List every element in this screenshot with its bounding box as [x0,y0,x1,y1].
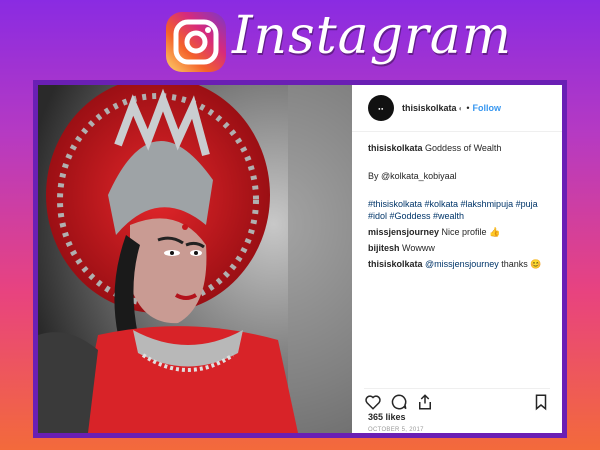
heart-icon[interactable] [364,393,382,411]
share-icon[interactable] [416,393,434,411]
avatar[interactable]: ●● [368,95,394,121]
likes-count[interactable]: 365 likes [368,412,406,422]
instagram-wordmark: Instagram [232,6,513,66]
comment-mention[interactable]: @missjensjourney [425,259,499,269]
comments-area: thisiskolkata Goddess of Wealth By @kolk… [352,132,562,270]
post-card: ●● thisiskolkata ◐ • Follow thisiskolkat… [38,85,562,433]
caption-credit: By @kolkata_kobiyaal [368,171,457,181]
post-photo[interactable] [38,85,352,433]
smile-icon: 😊 [530,259,542,269]
caption-hashtags[interactable]: #thisiskolkata #kolkata #lakshmipuja #pu… [368,198,546,222]
follow-button[interactable]: Follow [473,103,502,113]
action-bar [364,388,550,411]
post-frame: ●● thisiskolkata ◐ • Follow thisiskolkat… [33,80,567,438]
comment-text: thanks [501,259,528,269]
caption: thisiskolkata Goddess of Wealth [368,142,546,154]
caption-text: Goddess of Wealth [425,143,502,153]
bookmark-icon[interactable] [532,393,550,411]
thumbs-up-icon: 👍 [489,227,501,237]
separator-dot: • [466,103,470,113]
comment-text: Wowww [402,243,435,253]
caption-username[interactable]: thisiskolkata [368,143,423,153]
badge-icon: ◐ [458,103,464,113]
post-header: ●● thisiskolkata ◐ • Follow [352,85,562,132]
post-username[interactable]: thisiskolkata [402,103,457,113]
post-sidebar: ●● thisiskolkata ◐ • Follow thisiskolkat… [352,85,562,433]
comment-text: Nice profile [441,227,487,237]
avatar-icon: ●● [378,105,384,111]
comment-icon[interactable] [390,393,408,411]
comment-item: missjensjourney Nice profile 👍 [368,226,546,238]
comment-username[interactable]: thisiskolkata [368,259,423,269]
comment-username[interactable]: missjensjourney [368,227,439,237]
comment-item: thisiskolkata @missjensjourney thanks 😊 [368,258,546,270]
post-date: OCTOBER 5, 2017 [368,427,424,433]
comment-username[interactable]: bijitesh [368,243,400,253]
comment-item: bijitesh Wowww [368,242,546,254]
instagram-logo-icon [166,12,226,72]
